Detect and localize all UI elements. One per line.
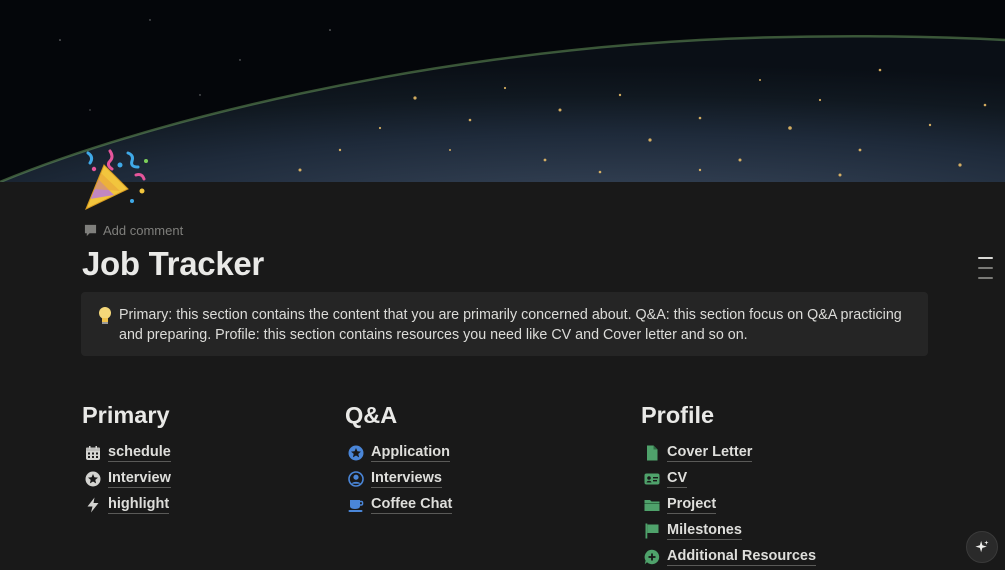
- document-icon: [643, 444, 661, 462]
- add-comment-label: Add comment: [103, 222, 184, 238]
- toc-line: [978, 277, 993, 279]
- link-coffee-chat[interactable]: Coffee Chat: [345, 492, 453, 518]
- link-label: Application: [371, 444, 450, 462]
- coffee-cup-icon: [347, 496, 365, 514]
- link-label: Cover Letter: [667, 444, 753, 462]
- qa-heading: Q&A: [345, 402, 398, 428]
- ai-assistant-button[interactable]: [966, 531, 998, 563]
- light-bulb-icon: [97, 306, 119, 356]
- link-milestones[interactable]: Milestones: [641, 518, 816, 544]
- profile-column: Profile Cover Letter CV Project Mileston…: [641, 400, 817, 570]
- link-schedule[interactable]: schedule: [82, 440, 171, 466]
- sparkle-icon: [975, 540, 989, 553]
- primary-column: Primary schedule Interview highlight: [82, 400, 171, 518]
- calendar-icon: [84, 444, 102, 462]
- profile-heading: Profile: [641, 402, 715, 428]
- link-cv[interactable]: CV: [641, 466, 816, 492]
- plus-chat-icon: [643, 548, 661, 566]
- table-of-contents-toggle[interactable]: [978, 257, 993, 279]
- callout-text: Primary: this section contains the conte…: [119, 307, 902, 343]
- link-project[interactable]: Project: [641, 492, 816, 518]
- user-circle-icon: [347, 470, 365, 488]
- link-label: schedule: [108, 444, 171, 462]
- blue-star-circle-icon: [347, 444, 365, 462]
- link-highlight[interactable]: highlight: [82, 492, 171, 518]
- toc-line: [978, 257, 993, 259]
- link-label: Interviews: [371, 470, 442, 488]
- link-cover-letter[interactable]: Cover Letter: [641, 440, 816, 466]
- link-label: highlight: [108, 496, 170, 514]
- link-interview[interactable]: Interview: [82, 466, 171, 492]
- page-title[interactable]: Job Tracker: [82, 245, 264, 283]
- lightning-icon: [84, 496, 102, 514]
- link-label: Interview: [108, 470, 171, 488]
- primary-heading: Primary: [82, 402, 170, 428]
- folder-icon: [643, 496, 661, 514]
- star-circle-icon: [84, 470, 102, 488]
- party-popper-icon[interactable]: [80, 145, 154, 215]
- comment-icon: [84, 224, 97, 236]
- id-card-icon: [643, 470, 661, 488]
- flag-icon: [643, 522, 661, 540]
- link-label: CV: [667, 470, 688, 488]
- link-label: Project: [667, 496, 717, 514]
- info-callout[interactable]: Primary: this section contains the conte…: [81, 292, 928, 356]
- link-additional-resources[interactable]: Additional Resources: [641, 544, 817, 570]
- link-label: Additional Resources: [667, 548, 817, 566]
- link-interviews[interactable]: Interviews: [345, 466, 452, 492]
- link-label: Milestones: [667, 522, 742, 540]
- link-application[interactable]: Application: [345, 440, 452, 466]
- toc-line: [978, 267, 993, 269]
- link-label: Coffee Chat: [371, 496, 453, 514]
- qa-column: Q&A Application Interviews Coffee Chat: [345, 400, 453, 518]
- add-comment-button[interactable]: Add comment: [84, 221, 183, 239]
